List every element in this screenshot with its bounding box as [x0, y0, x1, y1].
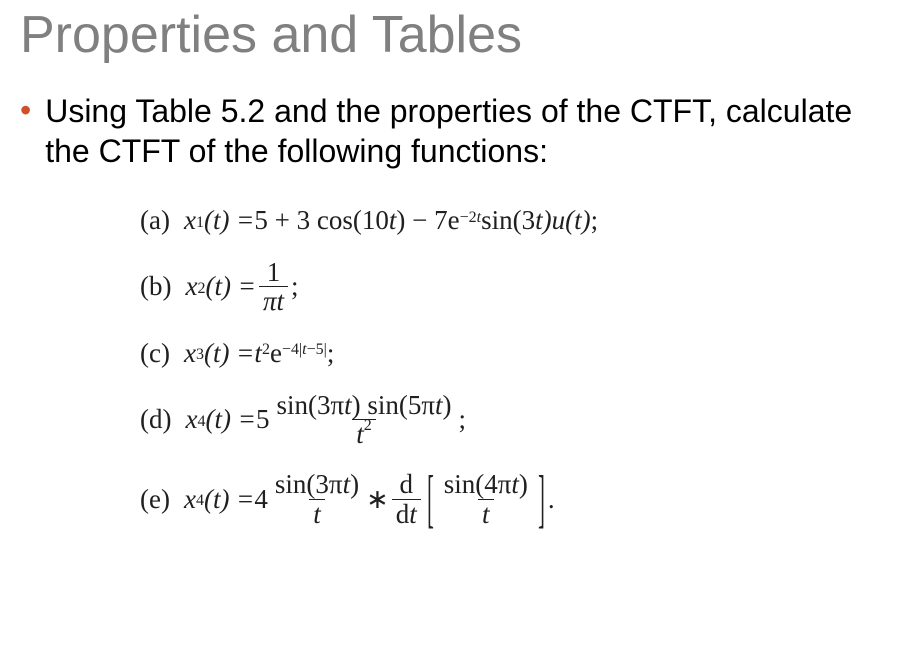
- eq-body-a: x1(t) = 5 + 3 cos(10t) − 7e−2t sin(3t)u(…: [184, 205, 598, 236]
- conv-op: ∗: [366, 484, 389, 515]
- frac-num: 1: [263, 258, 285, 286]
- lhs-sub: 4: [197, 413, 205, 431]
- t-var: t: [254, 338, 262, 369]
- lhs-arg: (t) =: [205, 404, 255, 435]
- frac-ddt: d dt: [392, 470, 421, 528]
- den-t: t: [356, 419, 364, 449]
- den-sq: 2: [364, 417, 372, 434]
- eq-body-e: x4(t) = 4 sin(3πt) t ∗ d dt [ sin(4πt) t…: [184, 470, 555, 528]
- lhs-var: x: [184, 484, 196, 515]
- frac-d: sin(3πt) sin(5πt) t2: [272, 391, 455, 449]
- left-bracket-icon: [: [427, 467, 434, 532]
- d-num: d: [395, 470, 417, 498]
- frac-den: πt: [259, 286, 288, 315]
- d-den-t: t: [409, 499, 417, 529]
- num-b: ) sin(5π: [352, 390, 435, 420]
- equation-b: (b) x2(t) = 1 πt ;: [140, 258, 891, 316]
- f2-num-a: sin(4π: [444, 469, 512, 499]
- eq-end: .: [548, 484, 555, 515]
- rhs-t3: (t): [565, 205, 590, 236]
- equation-list: (a) x1(t) = 5 + 3 cos(10t) − 7e−2t sin(3…: [140, 205, 891, 528]
- rhs-t2: t: [535, 205, 543, 236]
- eq-body-b: x2(t) = 1 πt ;: [185, 258, 298, 316]
- rhs-u: )u: [543, 205, 566, 236]
- f1-num-t: t: [343, 469, 351, 499]
- exp1: −2t: [460, 209, 481, 227]
- e-base: e: [270, 338, 282, 369]
- lhs-sub: 3: [196, 346, 204, 364]
- lhs-arg: (t) =: [204, 205, 254, 236]
- num-a: sin(3π: [276, 390, 344, 420]
- eq-end: ;: [291, 271, 299, 302]
- eq-body-d: x4(t) = 5 sin(3πt) sin(5πt) t2 ;: [185, 391, 466, 449]
- eq-end: ;: [458, 404, 466, 435]
- exp1-t: t: [477, 209, 481, 226]
- f1-num-a: sin(3π: [275, 469, 343, 499]
- exp-b: −5|: [307, 341, 327, 358]
- frac-den: t: [309, 499, 325, 528]
- equation-a: (a) x1(t) = 5 + 3 cos(10t) − 7e−2t sin(3…: [140, 205, 891, 236]
- frac-num: sin(3πt): [271, 470, 363, 498]
- d-den-a: d: [396, 499, 410, 529]
- right-bracket-icon: ]: [538, 467, 545, 532]
- eq-label-e: (e): [140, 484, 170, 515]
- eq-body-c: x3(t) = t2e−4|t−5|;: [184, 338, 334, 369]
- frac-num: sin(3πt) sin(5πt): [272, 391, 455, 419]
- bullet-item: • Using Table 5.2 and the properties of …: [20, 91, 891, 171]
- exp-a: −4|: [282, 341, 302, 358]
- lhs-var: x: [184, 205, 196, 236]
- lhs-arg: (t) =: [204, 484, 254, 515]
- num-c: ): [442, 390, 451, 420]
- prompt-text: Using Table 5.2 and the properties of th…: [45, 91, 891, 171]
- rhs-prefix: 5 + 3 cos(10: [254, 205, 388, 236]
- frac-e1: sin(3πt) t: [271, 470, 363, 528]
- eq-end: ;: [327, 338, 335, 369]
- coef: 5: [256, 404, 270, 435]
- exp1-a: −2: [460, 209, 477, 226]
- t-sq: 2: [262, 341, 270, 359]
- frac-den: t2: [352, 419, 376, 448]
- rhs-sin: sin(3: [481, 205, 535, 236]
- eq-label-a: (a): [140, 205, 170, 236]
- den-pi: π: [263, 286, 277, 316]
- den-t: t: [276, 286, 284, 316]
- lhs-arg: (t) =: [204, 338, 254, 369]
- lhs-sub: 1: [196, 214, 204, 232]
- coef: 4: [254, 484, 268, 515]
- lhs-var: x: [185, 271, 197, 302]
- eq-label-b: (b): [140, 271, 171, 302]
- page-title: Properties and Tables: [20, 5, 891, 65]
- eq-label-d: (d): [140, 404, 171, 435]
- lhs-sub: 2: [197, 280, 205, 298]
- lhs-arg: (t) =: [205, 271, 255, 302]
- equation-e: (e) x4(t) = 4 sin(3πt) t ∗ d dt [ sin(4π…: [140, 470, 891, 528]
- rhs-t1: t: [389, 205, 397, 236]
- frac-b: 1 πt: [259, 258, 288, 316]
- lhs-sub: 4: [196, 492, 204, 510]
- lhs-var: x: [184, 338, 196, 369]
- lhs-var: x: [185, 404, 197, 435]
- equation-c: (c) x3(t) = t2e−4|t−5|;: [140, 338, 891, 369]
- exp-c: −4|t−5|: [282, 341, 327, 359]
- frac-e2: sin(4πt) t: [440, 470, 532, 528]
- f2-num-t: t: [511, 469, 519, 499]
- frac-den: t: [478, 499, 494, 528]
- d-den: dt: [392, 499, 421, 528]
- frac-num: sin(4πt): [440, 470, 532, 498]
- f1-num-b: ): [350, 469, 359, 499]
- rhs-mid: ) − 7e: [396, 205, 459, 236]
- eq-label-c: (c): [140, 338, 170, 369]
- f2-num-b: ): [519, 469, 528, 499]
- equation-d: (d) x4(t) = 5 sin(3πt) sin(5πt) t2 ;: [140, 391, 891, 449]
- bullet-icon: •: [20, 91, 31, 129]
- rhs-end: ;: [591, 205, 599, 236]
- num-t1: t: [344, 390, 352, 420]
